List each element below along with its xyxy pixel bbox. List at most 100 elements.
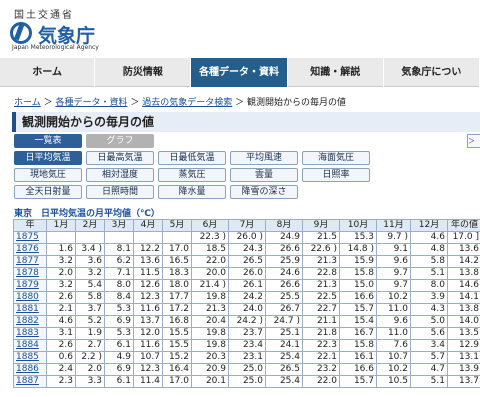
year-link[interactable]: 1880	[13, 291, 47, 304]
table-cell: 17.2	[162, 303, 192, 316]
table-cell: 25.1	[265, 327, 303, 340]
element-button[interactable]: 日最低気温	[158, 151, 226, 165]
element-button[interactable]: 蒸気圧	[158, 168, 226, 182]
list-view-button[interactable]: 一覧表	[14, 134, 82, 148]
table-row: 1879 3.2 5.4 8.0 12.6 18.0 21.4 ) 26.1 26.6 21.3 1…	[13, 279, 480, 292]
table-cell: 15.5	[162, 339, 192, 352]
page-title: 観測開始からの毎月の値	[12, 112, 480, 132]
nav-item-3[interactable]: 各種データ・資料	[191, 58, 288, 87]
table-cell: 25.4	[265, 375, 303, 388]
table-row: 1876 1.6 3.4 ) 8.1 12.2 17.0 18.5 24.3 26.6 22.6 …	[13, 243, 480, 256]
table-cell: 26.7	[265, 303, 303, 316]
element-button[interactable]: 相対湿度	[86, 168, 154, 182]
table-cell: 25.0	[228, 375, 266, 388]
year-link[interactable]: 1877	[13, 255, 47, 268]
table-cell: 10.2	[376, 291, 411, 304]
graph-view-button[interactable]: グラフ	[86, 134, 154, 148]
column-header: 2月	[75, 219, 105, 232]
breadcrumb-link[interactable]: 過去の気象データ検索	[142, 98, 232, 108]
table-cell: 5.8	[410, 255, 448, 268]
element-button[interactable]: 降水量	[158, 185, 226, 199]
nav-item-5[interactable]: 気象庁につい	[384, 58, 480, 87]
table-cell: 21.3	[191, 303, 229, 316]
year-link[interactable]: 1886	[13, 363, 47, 376]
table-cell: 16.7	[339, 327, 377, 340]
year-link[interactable]: 1883	[13, 327, 47, 340]
table-cell: 17.0	[162, 243, 192, 256]
breadcrumb-link[interactable]: 各種データ・資料	[55, 98, 127, 108]
table-cell: 13.7	[447, 375, 480, 388]
year-link[interactable]: 1882	[13, 315, 47, 328]
column-header: 1月	[46, 219, 76, 232]
year-link[interactable]: 1885	[13, 351, 47, 364]
element-button[interactable]: 現地気圧	[14, 168, 82, 182]
year-link[interactable]: 1878	[13, 267, 47, 280]
table-cell: 5.3	[104, 327, 134, 340]
table-cell	[75, 231, 105, 244]
breadcrumb-current: 観測開始からの毎月の値	[246, 98, 346, 108]
site-logo-english: Japan Meteorological Agency	[12, 44, 99, 51]
year-link[interactable]: 1875	[13, 231, 47, 244]
table-cell: 8.0	[104, 279, 134, 292]
element-button[interactable]: 降雪の深さ	[230, 185, 298, 199]
year-link[interactable]: 1881	[13, 303, 47, 316]
next-arrow-button[interactable]: ＞	[467, 134, 480, 148]
table-cell: 13.7	[133, 315, 163, 328]
table-cell: 21.4 )	[191, 279, 229, 292]
table-cell: 24.3	[228, 243, 266, 256]
breadcrumb-separator: ＞	[232, 98, 247, 108]
table-cell: 22.3 )	[191, 231, 229, 244]
table-cell: 22.0	[302, 375, 340, 388]
element-button[interactable]: 日照時間	[86, 185, 154, 199]
nav-item-2[interactable]: 防災情報	[95, 58, 192, 87]
nav-item-1[interactable]: ホーム	[0, 58, 96, 87]
breadcrumb-link[interactable]: ホーム	[14, 98, 41, 108]
table-row: 1875 22.3 ) 26.0 ) 24.9 21.5 15.3 9.7 ) 4.6 17.0…	[13, 231, 480, 244]
element-button[interactable]: 平均風速	[230, 151, 298, 165]
table-cell: 23.7	[228, 327, 266, 340]
table-cell: 6.2	[104, 255, 134, 268]
table-cell: 4.3	[410, 303, 448, 316]
year-link[interactable]: 1876	[13, 243, 47, 256]
table-cell: 15.8	[339, 267, 377, 280]
jma-logo-icon[interactable]	[10, 22, 32, 44]
table-cell: 13.6	[447, 243, 480, 256]
element-button[interactable]: 日最高気温	[86, 151, 154, 165]
year-link[interactable]: 1879	[13, 279, 47, 292]
table-cell: 22.6 )	[302, 243, 340, 256]
column-header: 8月	[265, 219, 303, 232]
table-cell: 21.8	[302, 327, 340, 340]
table-cell: 24.6	[265, 267, 303, 280]
table-cell: 24.0	[228, 303, 266, 316]
element-button[interactable]: 日平均気温	[14, 151, 82, 165]
table-cell: 12.3	[133, 363, 163, 376]
element-button[interactable]: 海面気圧	[302, 151, 370, 165]
table-row: 1884 2.6 2.7 6.1 11.6 15.5 19.8 23.4 24.1 22.3 15.…	[13, 339, 480, 352]
table-cell: 4.9	[104, 351, 134, 364]
table-cell: 12.3	[133, 291, 163, 304]
table-cell: 19.8	[191, 339, 229, 352]
table-cell: 23.1	[228, 351, 266, 364]
element-button[interactable]: 全天日射量	[14, 185, 82, 199]
year-link[interactable]: 1887	[13, 375, 47, 388]
column-header: 12月	[410, 219, 448, 232]
nav-item-4[interactable]: 知識・解説	[288, 58, 384, 87]
element-button[interactable]: 日照率	[302, 168, 370, 182]
table-row: 1881 2.1 3.7 5.3 11.6 17.2 21.3 24.0 26.7 22.7 15.…	[13, 303, 480, 316]
year-link[interactable]: 1884	[13, 339, 47, 352]
table-cell: 25.5	[265, 291, 303, 304]
table-cell: 18.5	[191, 243, 229, 256]
table-row: 1880 2.6 5.8 8.4 12.3 17.7 19.8 24.2 25.5 22.5 16.…	[13, 291, 480, 304]
table-cell: 25.0	[228, 363, 266, 376]
table-cell: 15.4	[339, 315, 377, 328]
monthly-temperature-table: 年 1月 2月 3月 4月 5月 6月 7月 8月 9月 10月 11月 12月 年の値 1875 22.3…	[13, 219, 480, 388]
table-cell: 15.2	[162, 351, 192, 364]
table-cell: 13.8	[447, 267, 480, 280]
table-cell: 9.7	[376, 279, 411, 292]
table-cell	[46, 231, 76, 244]
table-cell: 16.8	[162, 315, 192, 328]
table-cell: 19.8	[191, 291, 229, 304]
column-header: 3月	[104, 219, 134, 232]
table-cell: 22.7	[302, 303, 340, 316]
element-button[interactable]: 雲量	[230, 168, 298, 182]
